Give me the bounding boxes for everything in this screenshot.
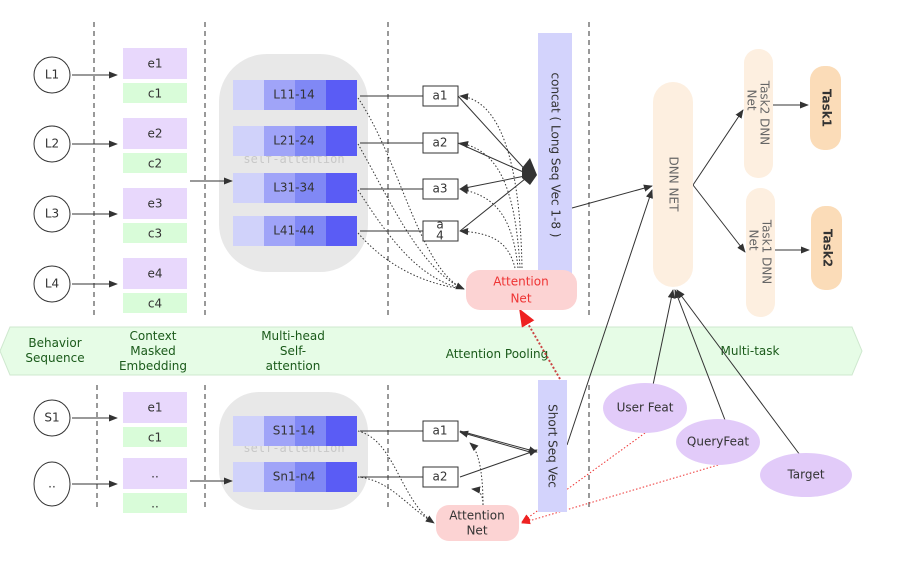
head-segment	[326, 126, 357, 156]
attention-weight-label: a3	[433, 182, 448, 196]
embedding-label: e1	[147, 57, 162, 71]
head-label: L11-14	[273, 88, 315, 102]
query-feat-label: QueryFeat	[687, 435, 749, 449]
context-label: c2	[148, 157, 162, 171]
concat-label: concat ( Long Seq Vec 1-8 )	[549, 73, 563, 238]
input-node-label: ..	[48, 477, 56, 491]
task1-dnn-label-line1: Task1 DNN	[760, 219, 774, 285]
head-segment	[326, 416, 357, 446]
head-segment	[233, 80, 264, 110]
task2-label: Task2	[821, 229, 835, 267]
input-node-label: L2	[45, 137, 59, 151]
embedding-label: e1	[147, 401, 162, 415]
head-segment	[233, 173, 264, 203]
head-segment	[233, 216, 264, 246]
embedding-label: ..	[151, 467, 159, 481]
embedding-label: e3	[147, 197, 162, 211]
task1-label: Task1	[820, 89, 834, 127]
head-segment	[233, 416, 264, 446]
long-pooling-links	[357, 93, 653, 290]
input-node-label: L4	[45, 277, 59, 291]
short-attention-net-line1: Attention	[449, 509, 504, 523]
attention-weight-label: a2	[433, 136, 448, 150]
banner-embedding-line3: Embedding	[119, 359, 187, 373]
banner-multitask: Multi-task	[721, 344, 780, 358]
head-segment	[233, 126, 264, 156]
task2-dnn-label-line2: Net	[745, 89, 759, 110]
banner-multihead-line2: Self-	[280, 344, 306, 358]
head-label: L31-34	[273, 181, 315, 195]
head-segment	[326, 173, 357, 203]
head-label: L41-44	[273, 224, 315, 238]
banner-behavior-line2: Sequence	[25, 351, 84, 365]
task1-dnn-label-line2: Net	[747, 229, 761, 250]
head-segment	[233, 462, 264, 492]
context-label: c4	[148, 297, 162, 311]
user-feat-label: User Feat	[617, 401, 674, 415]
banner-embedding-line1: Context	[129, 329, 176, 343]
banner-multihead-line1: Multi-head	[261, 329, 325, 343]
embedding-label: e4	[147, 267, 162, 281]
long-sequence: self-attention L1L2L3L4e1c1e2c2e3c3e4c4L…	[33, 48, 368, 313]
context-label: c3	[148, 227, 162, 241]
input-node-label: L1	[45, 68, 59, 82]
head-segment	[326, 216, 357, 246]
stage-banner: Behavior Sequence Context Masked Embeddi…	[0, 326, 863, 376]
embedding-label: e2	[147, 127, 162, 141]
model-diagram: Behavior Sequence Context Masked Embeddi…	[0, 22, 863, 541]
short-seq-label: Short Seq Vec	[546, 404, 560, 488]
long-attention-net-line2: Net	[510, 292, 531, 306]
head-segment	[326, 462, 357, 492]
target-label: Target	[786, 468, 824, 482]
input-node-label: L3	[45, 207, 59, 221]
attention-weight-label: a1	[433, 424, 448, 438]
attention-weight-label: a2	[433, 470, 448, 484]
context-label: ..	[151, 497, 159, 511]
feature-nodes: User Feat QueryFeat Target	[603, 383, 852, 497]
banner-multihead-line3: attention	[266, 359, 321, 373]
banner-pooling: Attention Pooling	[446, 347, 549, 361]
input-node-label: S1	[44, 411, 59, 425]
banner-behavior-line1: Behavior	[28, 336, 81, 350]
attention-weight-label: a1	[433, 89, 448, 103]
head-label: L21-24	[273, 134, 315, 148]
short-sequence: self-attention S1..e1c1....S11-14Sn1-n4	[33, 392, 368, 513]
long-attention-net-line1: Attention	[493, 275, 548, 289]
head-label: Sn1-n4	[273, 470, 315, 484]
head-label: S11-14	[273, 424, 316, 438]
attention-weight-label: 4	[436, 229, 444, 243]
short-attention-net-line2: Net	[466, 524, 487, 538]
dnn-net-label: DNN NET	[667, 157, 681, 213]
banner-embedding-line2: Masked	[130, 344, 175, 358]
context-label: c1	[148, 431, 162, 445]
task2-dnn-label-line1: Task2 DNN	[758, 80, 772, 146]
context-label: c1	[148, 87, 162, 101]
head-segment	[326, 80, 357, 110]
